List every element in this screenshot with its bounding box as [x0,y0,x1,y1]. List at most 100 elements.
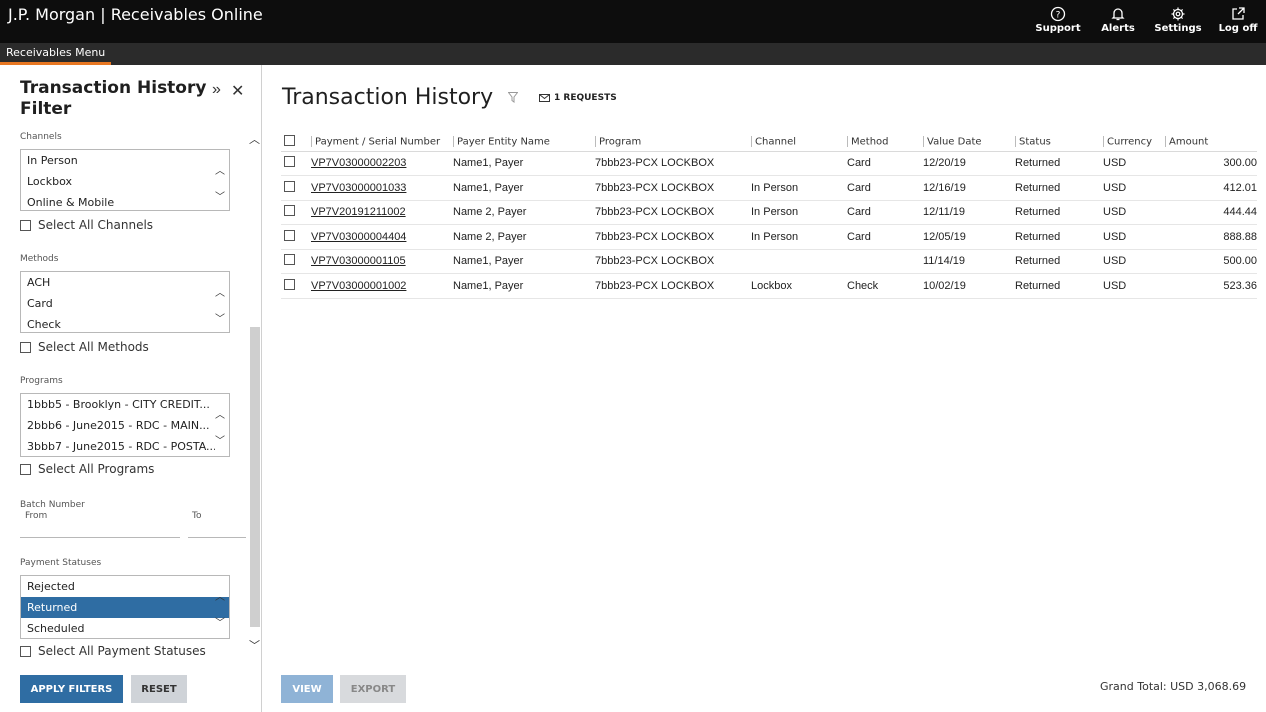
close-icon[interactable]: ✕ [231,81,244,101]
payment-number-cell[interactable]: VP7V03000001002 [307,273,449,299]
chevron-down-icon[interactable]: ﹀ [215,310,225,325]
payment-number-cell[interactable]: VP7V20191211002 [307,200,449,225]
logoff-label: Log off [1218,23,1258,34]
row-checkbox-cell[interactable] [281,175,307,201]
checkbox[interactable] [284,180,295,192]
channel-cell [747,249,843,274]
payer-cell: Name1, Payer [449,151,591,176]
payment-statuses-listbox[interactable]: Rejected Returned Scheduled ︿ ﹀ [20,575,230,639]
scroll-thumb[interactable] [250,327,260,627]
row-checkbox-cell[interactable] [281,273,307,299]
payment-number-cell[interactable]: VP7V03000002203 [307,151,449,176]
status-option-selected[interactable]: Returned [21,597,229,618]
table-row[interactable]: VP7V03000004404 Name 2, Payer 7bbb23-PCX… [281,224,1257,250]
column-header[interactable]: Value Date [919,133,1011,152]
chevron-down-icon[interactable]: ﹀ [215,432,225,447]
status-option[interactable]: Rejected [21,576,229,597]
payment-number-cell[interactable]: VP7V03000001033 [307,175,449,201]
checkbox[interactable] [284,254,295,266]
table-row[interactable]: VP7V03000001033 Name1, Payer 7bbb23-PCX … [281,175,1257,201]
select-all-payment-statuses[interactable]: Select All Payment Statuses [20,644,206,658]
method-option[interactable]: Card [21,293,229,314]
checkbox[interactable] [284,205,295,217]
checkbox[interactable] [20,645,31,657]
column-header[interactable]: Method [843,133,919,152]
column-header[interactable]: Payment / Serial Number [307,133,449,152]
export-button[interactable]: EXPORT [340,675,406,703]
column-header[interactable]: Channel [747,133,843,152]
chevron-up-icon[interactable]: ︿ [215,406,225,421]
batch-from-input[interactable] [20,537,180,538]
column-header[interactable]: Status [1011,133,1099,152]
chevron-up-icon[interactable]: ︿ [215,284,225,299]
payment-number-cell[interactable]: VP7V03000001105 [307,249,449,274]
column-header[interactable]: Currency [1099,133,1161,152]
payment-link[interactable]: VP7V03000001033 [311,182,406,194]
payment-number-cell[interactable]: VP7V03000004404 [307,224,449,250]
payment-link[interactable]: VP7V03000004404 [311,231,406,243]
chevron-up-icon[interactable]: ︿ [215,162,225,177]
payment-link[interactable]: VP7V20191211002 [311,206,406,218]
apply-filters-button[interactable]: APPLY FILTERS [20,675,123,703]
programs-listbox[interactable]: 1bbb5 - Brooklyn - CITY CREDIT... 2bbb6 … [20,393,230,457]
channel-cell: In Person [747,224,843,250]
select-all-statuses-label: Select All Payment Statuses [38,644,206,658]
column-header[interactable]: Program [591,133,747,152]
method-option[interactable]: ACH [21,272,229,293]
chevron-up-icon[interactable]: ︿ [215,588,225,603]
channel-cell: In Person [747,175,843,201]
checkbox[interactable] [284,134,295,146]
program-option[interactable]: 2bbb6 - June2015 - RDC - MAIN... [21,415,229,436]
chevron-down-icon[interactable]: ﹀ [215,614,225,629]
checkbox[interactable] [284,278,295,290]
expand-icon[interactable]: » [212,81,221,99]
filter-icon[interactable] [508,92,518,103]
row-checkbox-cell[interactable] [281,200,307,225]
requests-label: 1 REQUESTS [554,93,617,103]
envelope-icon [539,94,550,102]
method-option[interactable]: Check [21,314,229,332]
methods-listbox[interactable]: ACH Card Check ︿ ﹀ [20,271,230,333]
batch-to-input[interactable] [188,537,246,538]
checkbox[interactable] [284,156,295,168]
logoff-button[interactable]: Log off [1210,0,1266,43]
alerts-button[interactable]: Alerts [1090,0,1146,43]
table-row[interactable]: VP7V20191211002 Name 2, Payer 7bbb23-PCX… [281,200,1257,225]
row-checkbox-cell[interactable] [281,249,307,274]
support-button[interactable]: ? Support [1030,0,1086,43]
reset-button[interactable]: RESET [131,675,187,703]
column-header[interactable]: Amount [1161,133,1257,152]
payment-link[interactable]: VP7V03000002203 [311,157,406,169]
channel-option[interactable]: Lockbox [21,171,229,192]
scroll-down-icon[interactable]: ﹀ [249,637,260,653]
select-all-programs[interactable]: Select All Programs [20,462,154,476]
checkbox[interactable] [284,229,295,241]
row-checkbox-cell[interactable] [281,151,307,176]
checkbox[interactable] [20,219,31,231]
status-option[interactable]: Scheduled [21,618,229,638]
select-all-methods[interactable]: Select All Methods [20,340,149,354]
select-all-channels[interactable]: Select All Channels [20,218,153,232]
checkbox[interactable] [20,341,31,353]
scroll-up-icon[interactable]: ︿ [249,131,260,147]
channels-listbox[interactable]: In Person Lockbox Online & Mobile ︿ ﹀ [20,149,230,211]
column-header[interactable]: Payer Entity Name [449,133,591,152]
checkbox[interactable] [20,463,31,475]
requests-link[interactable]: 1 REQUESTS [539,93,617,103]
row-checkbox-cell[interactable] [281,224,307,250]
table-row[interactable]: VP7V03000002203 Name1, Payer 7bbb23-PCX … [281,151,1257,176]
channel-option[interactable]: In Person [21,150,229,171]
sidebar-scrollbar[interactable]: ︿ ﹀ [248,65,261,665]
receivables-menu-tab[interactable]: Receivables Menu [0,43,112,65]
settings-button[interactable]: Settings [1150,0,1206,43]
table-row[interactable]: VP7V03000001002 Name1, Payer 7bbb23-PCX … [281,273,1257,299]
chevron-down-icon[interactable]: ﹀ [215,188,225,203]
select-all-rows-checkbox-cell[interactable] [281,133,307,152]
payment-link[interactable]: VP7V03000001002 [311,280,406,292]
program-option[interactable]: 1bbb5 - Brooklyn - CITY CREDIT... [21,394,229,415]
channel-option[interactable]: Online & Mobile [21,192,229,210]
program-option[interactable]: 3bbb7 - June2015 - RDC - POSTA... [21,436,229,456]
table-row[interactable]: VP7V03000001105 Name1, Payer 7bbb23-PCX … [281,249,1257,274]
payment-link[interactable]: VP7V03000001105 [311,255,406,267]
view-button[interactable]: VIEW [281,675,333,703]
